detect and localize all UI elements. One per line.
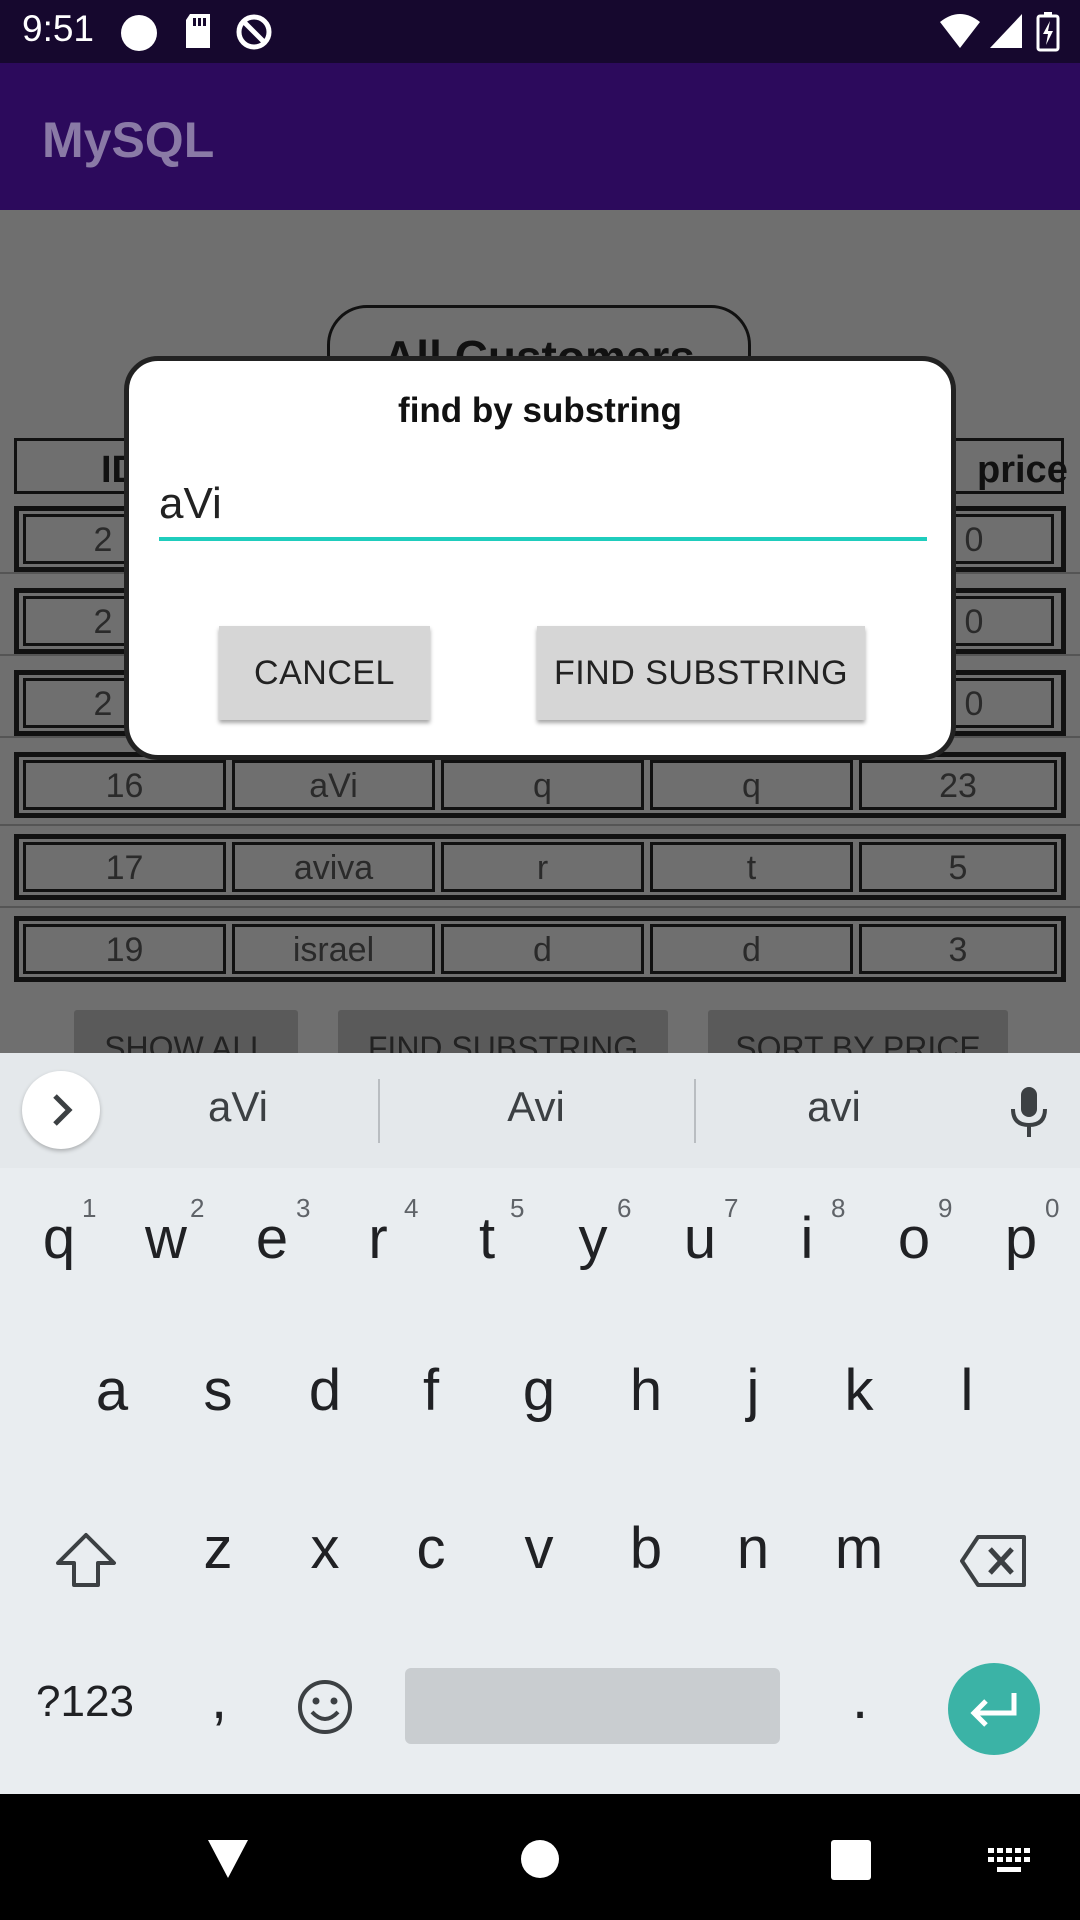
dialog-title: find by substring [398, 391, 682, 430]
cancel-button[interactable]: CANCEL [219, 626, 430, 720]
key-p[interactable]: p [976, 1205, 1066, 1272]
key-comma[interactable]: , [174, 1665, 264, 1732]
status-bar: 9:51 [0, 0, 1080, 63]
app-bar: MySQL [0, 63, 1080, 210]
enter-key[interactable] [948, 1663, 1040, 1755]
key-c[interactable]: c [386, 1515, 476, 1582]
key-x[interactable]: x [280, 1515, 370, 1582]
key-a[interactable]: a [67, 1357, 157, 1424]
suggestion-3[interactable]: avi [734, 1083, 934, 1131]
table-cell: q [650, 760, 853, 810]
key-d[interactable]: d [280, 1357, 370, 1424]
home-icon[interactable] [519, 1838, 561, 1880]
key-l[interactable]: l [922, 1357, 1012, 1424]
table-cell: israel [232, 924, 435, 974]
table-cell: 3 [859, 924, 1057, 974]
find-substring-button[interactable]: FIND SUBSTRING [537, 626, 865, 720]
key-q[interactable]: q [14, 1205, 104, 1272]
find-substring-main-button[interactable]: FIND SUBSTRING [338, 1010, 668, 1053]
key-n[interactable]: n [708, 1515, 798, 1582]
table-cell: 19 [23, 924, 226, 974]
recents-icon[interactable] [831, 1840, 871, 1880]
expand-toolbar-button[interactable] [22, 1071, 100, 1149]
key-z[interactable]: z [173, 1515, 263, 1582]
table-row[interactable]: 19 israel d d 3 [14, 916, 1066, 982]
key-i[interactable]: i [762, 1205, 852, 1272]
suggestion-divider [694, 1079, 696, 1143]
shift-icon[interactable] [54, 1531, 118, 1591]
key-r[interactable]: r [333, 1205, 423, 1272]
battery-icon [1036, 12, 1060, 52]
table-row[interactable]: 16 aVi q q 23 [14, 752, 1066, 818]
show-all-button[interactable]: SHOW ALL [74, 1010, 298, 1053]
microphone-icon[interactable] [1005, 1085, 1053, 1139]
table-cell: aviva [232, 842, 435, 892]
symbols-key[interactable]: ?123 [20, 1677, 150, 1727]
table-cell: 5 [859, 842, 1057, 892]
key-v[interactable]: v [494, 1515, 584, 1582]
key-s[interactable]: s [173, 1357, 263, 1424]
key-k[interactable]: k [814, 1357, 904, 1424]
sort-by-price-button[interactable]: SORT BY PRICE [708, 1010, 1008, 1053]
key-y[interactable]: y [548, 1205, 638, 1272]
key-m[interactable]: m [814, 1515, 904, 1582]
row-divider [0, 824, 1080, 826]
back-icon[interactable] [204, 1836, 252, 1880]
status-time: 9:51 [22, 8, 95, 49]
keyboard-switch-icon[interactable] [988, 1848, 1030, 1876]
signal-icon [990, 14, 1022, 48]
wifi-icon [940, 14, 980, 48]
table-cell: 17 [23, 842, 226, 892]
record-icon [121, 15, 157, 51]
table-cell: 23 [859, 760, 1057, 810]
key-e[interactable]: e [227, 1205, 317, 1272]
key-o[interactable]: o [869, 1205, 959, 1272]
key-h[interactable]: h [601, 1357, 691, 1424]
suggestion-1[interactable]: aVi [138, 1083, 338, 1131]
table-row[interactable]: 17 aviva r t 5 [14, 834, 1066, 900]
emoji-icon[interactable] [296, 1678, 354, 1736]
enter-icon [970, 1693, 1017, 1727]
key-w[interactable]: w [121, 1205, 211, 1272]
suggestion-bar: aVi Avi avi [0, 1053, 1080, 1168]
table-cell: 16 [23, 760, 226, 810]
key-period[interactable]: . [815, 1665, 905, 1732]
table-cell: d [441, 924, 644, 974]
app-title: MySQL [42, 112, 215, 168]
find-substring-dialog: find by substring CANCEL FIND SUBSTRING [124, 356, 956, 760]
sync-off-icon [236, 14, 272, 50]
table-cell: t [650, 842, 853, 892]
key-j[interactable]: j [708, 1357, 798, 1424]
soft-keyboard: aVi Avi avi 1 2 3 4 5 6 7 8 9 0 q w e r … [0, 1053, 1080, 1794]
table-cell: d [650, 924, 853, 974]
navigation-bar [0, 1794, 1080, 1920]
suggestion-2[interactable]: Avi [436, 1083, 636, 1131]
sd-card-icon [186, 14, 210, 48]
substring-input[interactable] [159, 471, 927, 541]
suggestion-divider [378, 1079, 380, 1143]
key-t[interactable]: t [442, 1205, 532, 1272]
space-key[interactable] [405, 1668, 780, 1744]
table-cell: aVi [232, 760, 435, 810]
row-divider [0, 906, 1080, 908]
key-b[interactable]: b [601, 1515, 691, 1582]
key-f[interactable]: f [386, 1357, 476, 1424]
chevron-right-icon [53, 1094, 73, 1126]
key-u[interactable]: u [655, 1205, 745, 1272]
table-cell: q [441, 760, 644, 810]
table-cell: r [441, 842, 644, 892]
key-g[interactable]: g [494, 1357, 584, 1424]
backspace-icon[interactable] [958, 1533, 1030, 1589]
